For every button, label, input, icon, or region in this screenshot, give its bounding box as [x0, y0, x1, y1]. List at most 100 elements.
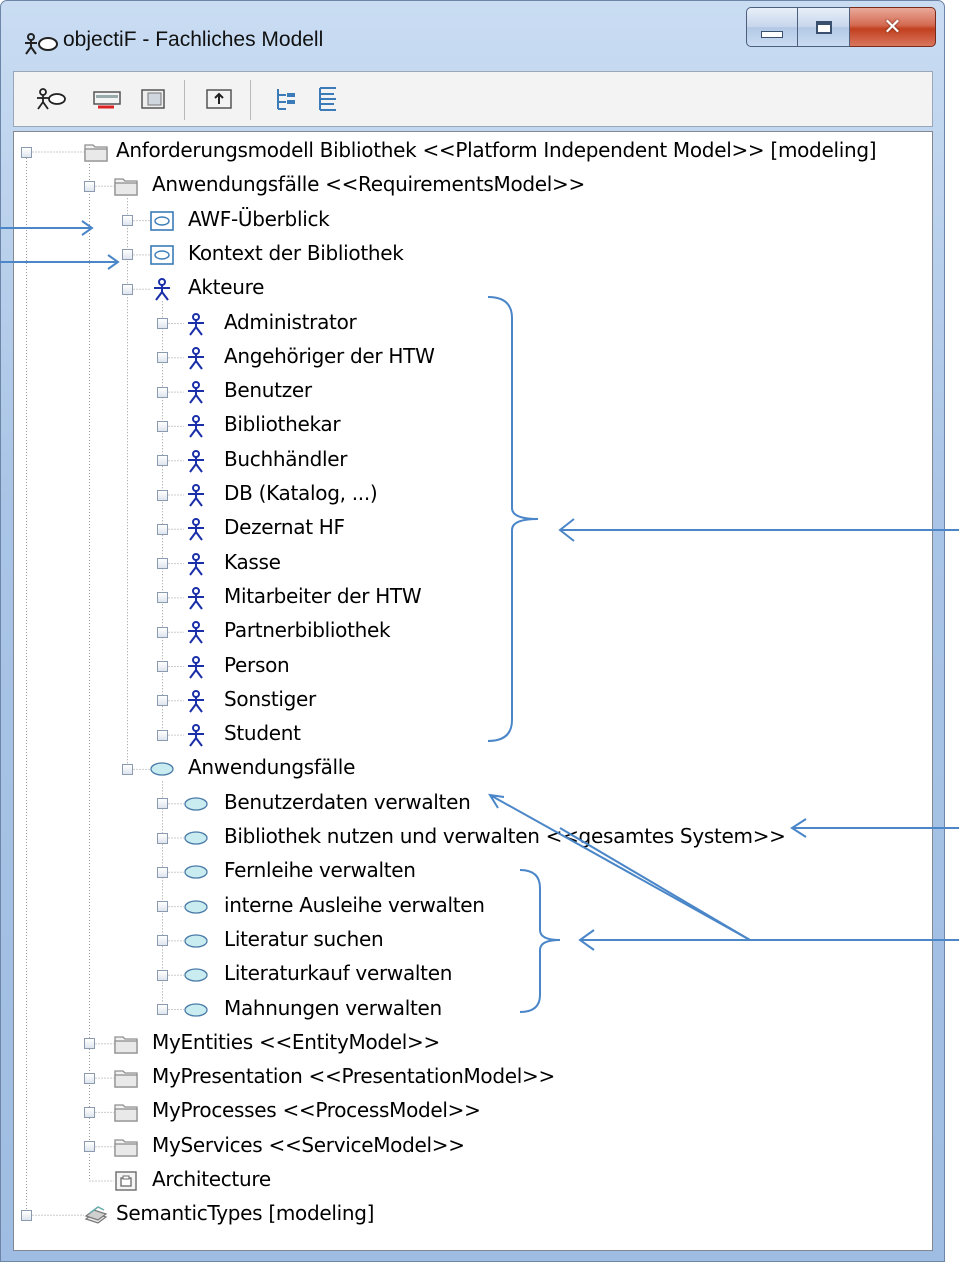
expand-toggle[interactable]	[122, 215, 133, 227]
expand-toggle[interactable]	[157, 866, 168, 878]
tree-node-semantic-types[interactable]: SemanticTypes [modeling]	[116, 1201, 374, 1225]
actor-icon	[184, 346, 208, 370]
tree-node-actor[interactable]: Dezernat HF	[224, 515, 345, 539]
up-folder-icon[interactable]	[204, 85, 234, 113]
tree-node-model[interactable]: MyPresentation <<PresentationModel>>	[152, 1064, 555, 1088]
usecase-icon	[184, 895, 208, 919]
tree-node-model[interactable]: MyProcesses <<ProcessModel>>	[152, 1098, 481, 1122]
tree-node-actor[interactable]: Person	[224, 653, 290, 677]
expand-toggle[interactable]	[157, 420, 168, 432]
tree-node-usecase[interactable]: Literaturkauf verwalten	[224, 961, 452, 985]
expand-toggle[interactable]	[157, 661, 168, 672]
tree-node-actor[interactable]: Kasse	[224, 550, 281, 574]
close-icon: ✕	[883, 14, 902, 40]
folder-icon	[114, 1066, 138, 1090]
objectif-app-icon	[25, 33, 58, 55]
collapse-toggle[interactable]	[122, 763, 133, 775]
tree-node-actor[interactable]: Bibliothekar	[224, 412, 341, 436]
tree-node-usecase[interactable]: interne Ausleihe verwalten	[224, 893, 485, 917]
tree-node-actor[interactable]: Buchhändler	[224, 447, 347, 471]
usecase-icon	[184, 929, 208, 953]
tree-node-actor[interactable]: Partnerbibliothek	[224, 618, 391, 642]
expand-toggle[interactable]	[157, 592, 168, 604]
tree-node-architecture[interactable]: Architecture	[152, 1167, 271, 1191]
actor-icon	[184, 655, 208, 679]
minimize-button[interactable]	[746, 7, 798, 47]
tree-node-usecase[interactable]: Benutzerdaten verwalten	[224, 790, 471, 814]
expand-toggle[interactable]	[84, 1072, 95, 1084]
folder-icon	[114, 1135, 138, 1159]
tree-node-usecases-folder[interactable]: Anwendungsfälle	[188, 755, 355, 779]
tree-node-usecase[interactable]: Fernleihe verwalten	[224, 858, 416, 882]
collapse-toggle[interactable]	[122, 283, 133, 295]
tree-node-actor[interactable]: Mitarbeiter der HTW	[224, 584, 422, 608]
actor-icon	[184, 552, 208, 576]
tree-node-diagram-context[interactable]: Kontext der Bibliothek	[188, 241, 404, 265]
usecase-icon	[150, 757, 174, 781]
tree-node-actor[interactable]: Sonstiger	[224, 687, 316, 711]
expand-toggle[interactable]	[21, 1209, 32, 1221]
actor-icon	[184, 723, 208, 747]
diagram-icon	[150, 243, 174, 267]
expand-toggle[interactable]	[157, 969, 168, 981]
expand-toggle[interactable]	[157, 352, 168, 364]
minimize-icon	[761, 30, 783, 38]
expand-toggle[interactable]	[157, 901, 168, 913]
list-view-icon[interactable]	[312, 85, 342, 113]
expand-toggle[interactable]	[157, 386, 168, 398]
expand-toggle[interactable]	[157, 626, 168, 638]
expand-toggle[interactable]	[157, 318, 168, 329]
tree-node-model[interactable]: MyEntities <<EntityModel>>	[152, 1030, 440, 1054]
model-tree[interactable]: Anforderungsmodell Bibliothek <<Platform…	[13, 131, 933, 1251]
tree-node-diagram-overview[interactable]: AWF-Überblick	[188, 207, 330, 231]
tree-node-root-model[interactable]: Anforderungsmodell Bibliothek <<Platform…	[116, 138, 877, 162]
window-title: objectiF - Fachliches Modell	[63, 28, 324, 51]
diagram-icon	[150, 209, 174, 233]
expand-toggle[interactable]	[157, 1004, 168, 1015]
expand-toggle[interactable]	[84, 1106, 95, 1118]
expand-toggle[interactable]	[157, 832, 168, 844]
expand-toggle[interactable]	[84, 1141, 95, 1153]
maximize-button[interactable]	[798, 7, 850, 47]
properties-icon[interactable]	[138, 85, 168, 113]
actor-icon	[184, 483, 208, 507]
expand-toggle[interactable]	[157, 558, 168, 570]
tree-node-usecase[interactable]: Bibliothek nutzen und verwalten <<gesamt…	[224, 824, 786, 848]
actor-icon	[150, 277, 174, 301]
usecase-icon	[184, 792, 208, 816]
collapse-toggle[interactable]	[84, 180, 95, 192]
actor-model-icon[interactable]	[36, 85, 66, 113]
tree-node-actor[interactable]: Student	[224, 721, 301, 745]
folder-icon	[114, 1032, 138, 1056]
tree-node-model[interactable]: MyServices <<ServiceModel>>	[152, 1133, 465, 1157]
expand-toggle[interactable]	[84, 1038, 95, 1050]
expand-toggle[interactable]	[157, 729, 168, 741]
expand-toggle[interactable]	[157, 523, 168, 535]
actor-icon	[184, 312, 208, 336]
tree-node-usecase[interactable]: Mahnungen verwalten	[224, 996, 442, 1020]
architecture-icon	[114, 1169, 138, 1193]
toolbar-separator	[184, 80, 185, 120]
actor-icon	[184, 449, 208, 473]
expand-toggle[interactable]	[157, 935, 168, 947]
expand-toggle[interactable]	[157, 455, 168, 467]
tree-node-actor[interactable]: Benutzer	[224, 378, 312, 402]
tree-node-actor[interactable]: Angehöriger der HTW	[224, 344, 435, 368]
expand-toggle[interactable]	[122, 249, 133, 261]
tree-node-usecase[interactable]: Literatur suchen	[224, 927, 384, 951]
toolbar	[13, 71, 933, 127]
tree-node-actor[interactable]: Administrator	[224, 310, 357, 334]
tree-node-requirements-model[interactable]: Anwendungsfälle <<RequirementsModel>>	[152, 172, 585, 196]
usecase-icon	[184, 998, 208, 1022]
tree-node-actors-folder[interactable]: Akteure	[188, 275, 264, 299]
expand-toggle[interactable]	[157, 695, 168, 707]
tree-node-actor[interactable]: DB (Katalog, ...)	[224, 481, 378, 505]
actor-icon	[184, 517, 208, 541]
expand-toggle[interactable]	[157, 798, 168, 810]
expand-toggle[interactable]	[157, 489, 168, 501]
collapse-toggle[interactable]	[21, 146, 32, 158]
close-button[interactable]: ✕	[850, 7, 936, 47]
remove-icon[interactable]	[92, 85, 122, 113]
tree-view-icon[interactable]	[270, 85, 300, 113]
title-bar[interactable]: objectiF - Fachliches Modell ✕	[1, 1, 944, 71]
